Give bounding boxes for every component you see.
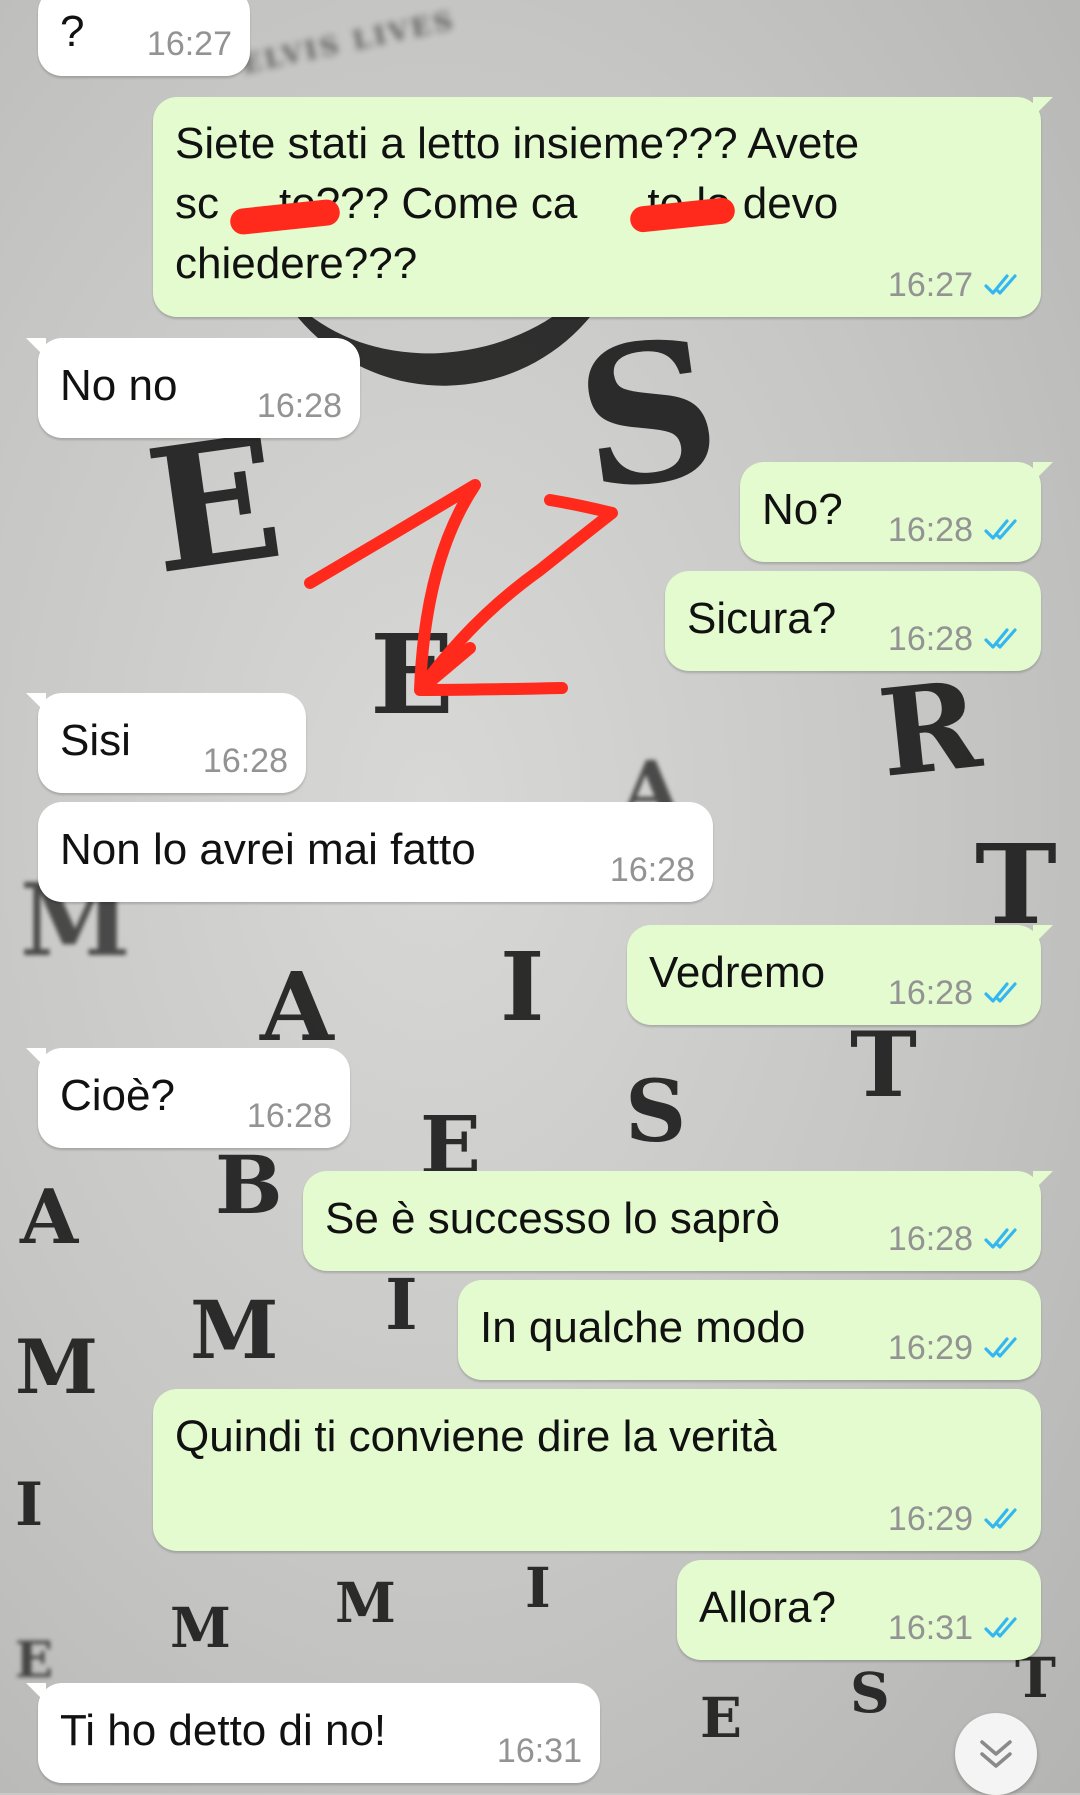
- message-meta: 16:29: [888, 1330, 1023, 1366]
- message-incoming[interactable]: No no 16:28: [26, 338, 360, 438]
- message-time: 16:28: [609, 851, 695, 889]
- message-text: Sicura?: [687, 594, 837, 643]
- message-text: No?: [762, 485, 843, 534]
- message-time: 16:29: [887, 1500, 973, 1538]
- message-line: Siete stati a letto insieme??? Avete: [175, 119, 860, 168]
- message-time: 16:28: [887, 511, 973, 549]
- message-time: 16:28: [887, 620, 973, 658]
- double-check-icon: [984, 982, 1017, 1003]
- double-check-icon: [984, 1617, 1017, 1638]
- message-time: 16:31: [887, 1609, 973, 1647]
- message-fragment: sc: [175, 179, 219, 228]
- message-incoming[interactable]: Cioè? 16:28: [26, 1048, 350, 1148]
- message-outgoing[interactable]: No? 16:28: [740, 462, 1053, 562]
- message-text: No no: [60, 361, 178, 410]
- message-time: 16:29: [887, 1329, 973, 1367]
- message-time: 16:27: [146, 25, 232, 63]
- bubble-tail: [1033, 1171, 1053, 1191]
- message-meta: 16:27: [147, 26, 232, 62]
- message-outgoing[interactable]: In qualche modo 16:29: [458, 1280, 1041, 1380]
- message-meta: 16:29: [888, 1501, 1023, 1537]
- message-incoming[interactable]: Ti ho detto di no! 16:31: [26, 1683, 600, 1783]
- message-incoming[interactable]: Sisi 16:28: [26, 693, 306, 793]
- message-meta: 16:28: [203, 743, 288, 779]
- message-time: 16:28: [246, 1097, 332, 1135]
- double-check-icon: [984, 1337, 1017, 1358]
- bubble-tail: [26, 1683, 46, 1703]
- message-outgoing[interactable]: Siete stati a letto insieme??? Avete sc t…: [153, 97, 1053, 317]
- bubble-tail: [1033, 97, 1053, 117]
- message-time: 16:28: [887, 974, 973, 1012]
- message-line: chiedere???: [175, 239, 418, 288]
- bubble-tail: [26, 338, 46, 358]
- message-meta: 16:31: [888, 1610, 1023, 1646]
- bubble-tail: [26, 1048, 46, 1068]
- message-text: Allora?: [699, 1583, 836, 1632]
- message-text: Se è successo lo saprò: [325, 1194, 780, 1243]
- message-outgoing[interactable]: Se è successo lo saprò 16:28: [303, 1171, 1053, 1271]
- message-time: 16:27: [887, 266, 973, 304]
- message-text: Non lo avrei mai fatto: [60, 825, 476, 874]
- message-time: 16:31: [496, 1732, 582, 1770]
- double-check-icon: [984, 1228, 1017, 1249]
- double-chevron-down-icon: [980, 1740, 1012, 1768]
- double-check-icon: [984, 628, 1017, 649]
- message-incoming[interactable]: Non lo avrei mai fatto 16:28: [38, 802, 713, 902]
- bubble-tail: [1033, 925, 1053, 945]
- message-outgoing[interactable]: Sicura? 16:28: [665, 571, 1041, 671]
- message-outgoing[interactable]: Allora? 16:31: [677, 1560, 1041, 1660]
- scroll-to-bottom-button[interactable]: [955, 1713, 1037, 1795]
- double-check-icon: [984, 1508, 1017, 1529]
- message-meta: 16:28: [888, 621, 1023, 657]
- message-meta: 16:31: [497, 1733, 582, 1769]
- double-check-icon: [984, 274, 1017, 295]
- message-text: Vedremo: [649, 948, 826, 997]
- message-text: Quindi ti conviene dire la verità: [175, 1412, 777, 1461]
- message-outgoing[interactable]: Vedremo 16:28: [627, 925, 1053, 1025]
- message-time: 16:28: [202, 742, 288, 780]
- message-meta: 16:28: [257, 388, 342, 424]
- message-meta: 16:28: [888, 975, 1023, 1011]
- message-text: Cioè?: [60, 1071, 175, 1120]
- message-meta: 16:28: [247, 1098, 332, 1134]
- message-incoming[interactable]: ? 16:27: [38, 0, 250, 76]
- message-outgoing[interactable]: Quindi ti conviene dire la verità 16:29: [153, 1389, 1041, 1551]
- message-meta: 16:27: [888, 267, 1023, 303]
- message-text: Ti ho detto di no!: [60, 1706, 387, 1755]
- message-text: ?: [60, 7, 85, 56]
- bubble-tail: [1033, 462, 1053, 482]
- message-time: 16:28: [887, 1220, 973, 1258]
- message-text: Sisi: [60, 716, 131, 765]
- message-meta: 16:28: [888, 512, 1023, 548]
- message-time: 16:28: [256, 387, 342, 425]
- message-text: In qualche modo: [480, 1303, 806, 1352]
- bubble-tail: [26, 693, 46, 713]
- message-meta: 16:28: [610, 852, 695, 888]
- message-meta: 16:28: [888, 1221, 1023, 1257]
- double-check-icon: [984, 519, 1017, 540]
